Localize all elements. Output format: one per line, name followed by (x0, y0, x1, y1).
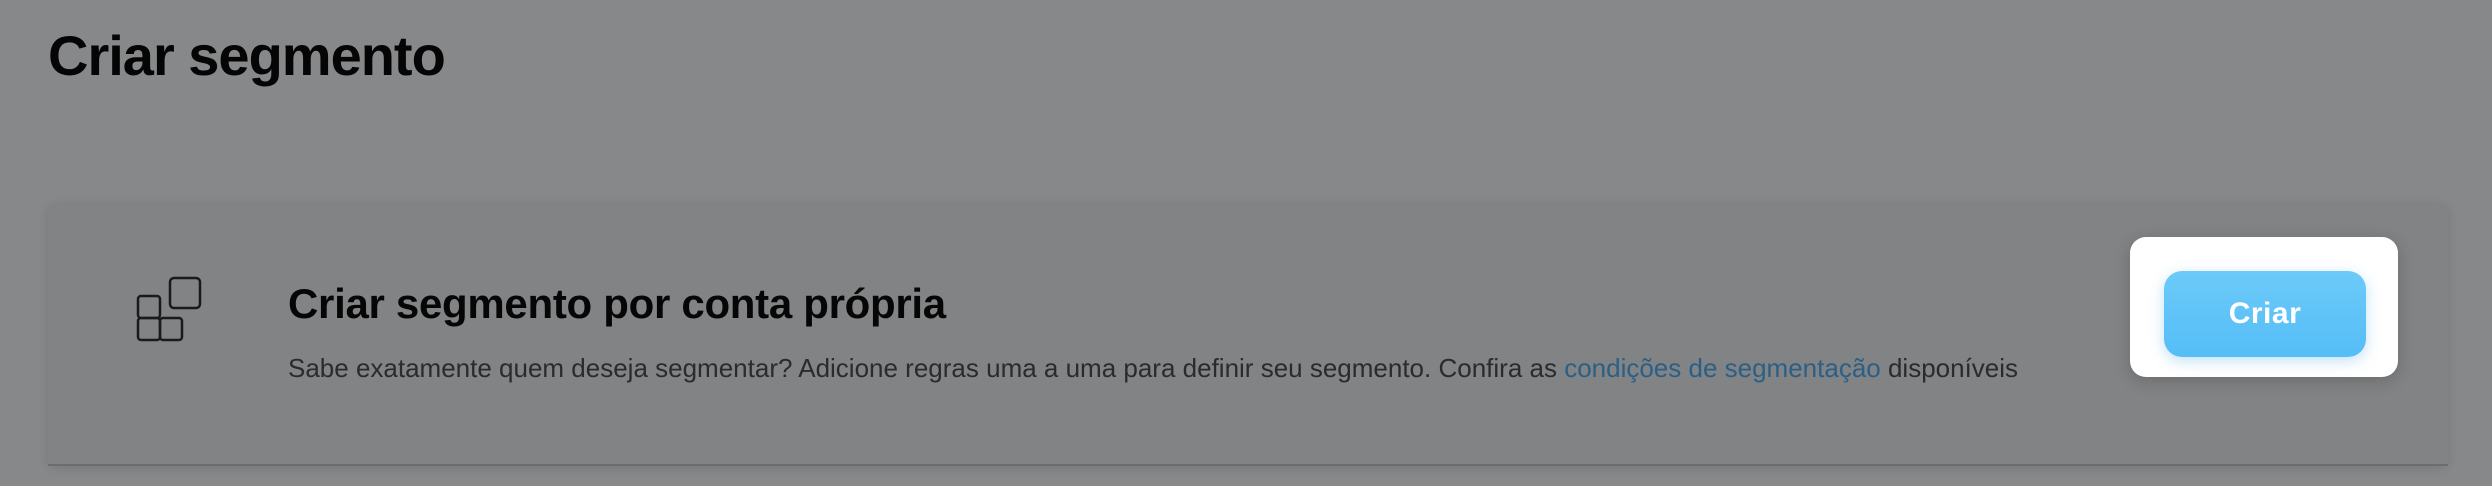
create-own-segment-card: Criar segmento por conta própria Sabe ex… (48, 204, 2448, 466)
create-button-highlight: Criar (2130, 237, 2398, 377)
divider (48, 464, 2448, 466)
option-description: Sabe exatamente quem deseja segmentar? A… (288, 350, 2018, 386)
page-title: Criar segmento (48, 24, 446, 87)
page: Criar segmento Criar segmento por conta … (0, 0, 2492, 486)
option-title: Criar segmento por conta própria (288, 280, 946, 327)
create-button[interactable]: Criar (2164, 271, 2366, 357)
description-text-end: disponíveis (1880, 353, 2019, 383)
description-text: Sabe exatamente quem deseja segmentar? A… (288, 353, 1565, 383)
segmentation-conditions-link[interactable]: condições de segmentação (1564, 353, 1881, 383)
grid-blocks-icon (136, 276, 202, 342)
